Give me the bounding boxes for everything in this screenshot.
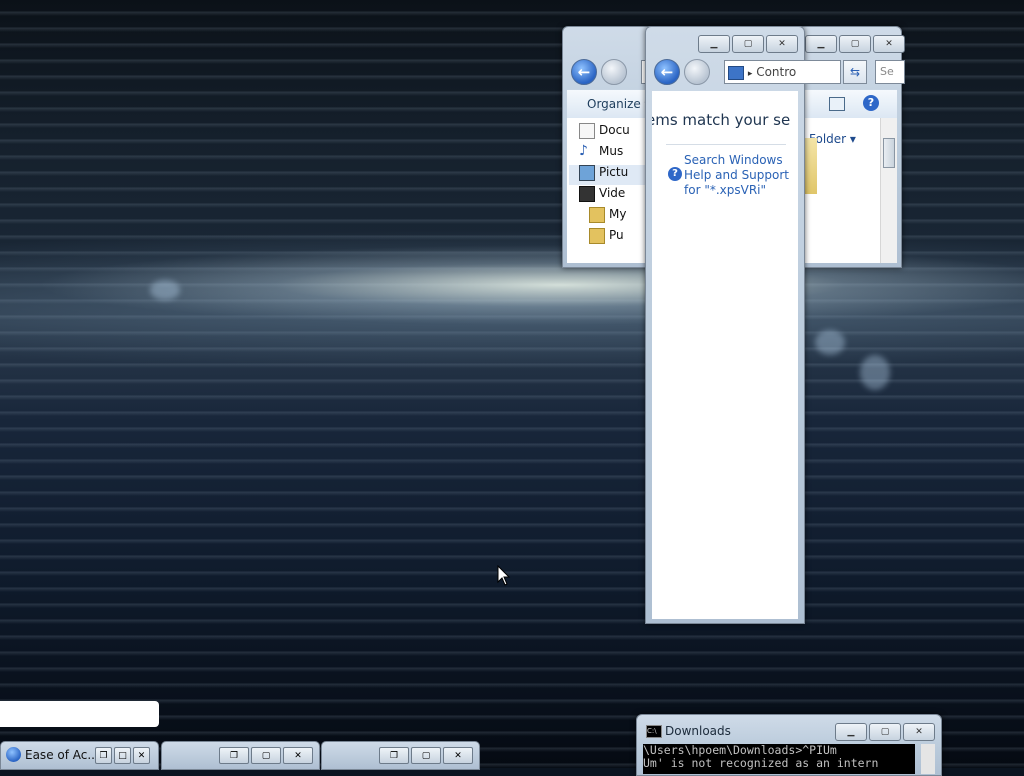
wallpaper-glint	[150, 280, 180, 300]
minimized-window[interactable]: ❐ ▢ ✕	[321, 741, 480, 770]
blank-panel	[0, 701, 159, 727]
nav-item-my-folder[interactable]: My	[589, 205, 626, 223]
no-results-message: ems match your se	[652, 111, 791, 129]
restore-button[interactable]: ❐	[95, 747, 112, 764]
help-icon: ?	[668, 167, 682, 181]
search-help-link[interactable]: Search Windows Help and Support for "*.x…	[684, 153, 794, 198]
close-button[interactable]: ✕	[873, 35, 905, 53]
refresh-button[interactable]: ⇆	[843, 60, 867, 84]
folder-icon	[589, 207, 605, 223]
wallpaper-glint	[860, 355, 890, 390]
close-button[interactable]: ✕	[766, 35, 798, 53]
mouse-cursor-icon	[497, 565, 511, 586]
help-icon[interactable]: ?	[863, 95, 879, 111]
maximize-button[interactable]: ▢	[732, 35, 764, 53]
scroll-thumb[interactable]	[883, 138, 895, 168]
search-results-window[interactable]: ▁ ▢ ✕ ← ▸ Contro ems match your se ? Sea…	[645, 26, 841, 624]
nav-item-music[interactable]: ♪ Mus	[579, 142, 623, 160]
divider	[666, 144, 786, 145]
cmd-icon: C:\	[646, 725, 662, 738]
videos-icon	[579, 186, 595, 202]
minimized-window-ease-of-access[interactable]: Ease of Ac... ❐ □ ✕	[0, 741, 159, 770]
minimize-button[interactable]: ▁	[835, 723, 867, 741]
forward-button[interactable]	[601, 59, 627, 85]
back-button[interactable]: ←	[654, 59, 680, 85]
wallpaper-glint	[815, 330, 845, 355]
navigation-pane: Docu ♪ Mus Pictu Vide My Pu	[567, 118, 647, 263]
minimize-button[interactable]: ▁	[805, 35, 837, 53]
close-button[interactable]: ✕	[283, 747, 313, 764]
document-icon	[579, 123, 595, 139]
caption-buttons: ▁ ▢ ✕	[803, 35, 905, 53]
control-panel-icon	[728, 65, 744, 80]
content-pane: Folder ▾	[799, 118, 897, 263]
organize-button[interactable]: Organize ▾	[587, 97, 651, 111]
nav-item-videos[interactable]: Vide	[579, 184, 625, 202]
minimize-button[interactable]: ▁	[698, 35, 730, 53]
caption-buttons: ▁ ▢ ✕	[833, 723, 935, 741]
preview-pane-icon[interactable]	[829, 97, 845, 111]
close-button[interactable]: ✕	[903, 723, 935, 741]
address-bar[interactable]: ▸ Contro	[724, 60, 841, 84]
caption-buttons: ❐ ▢ ✕	[217, 747, 313, 764]
caption-buttons: ▁ ▢ ✕	[696, 35, 798, 53]
back-button[interactable]: ←	[571, 59, 597, 85]
music-icon: ♪	[579, 143, 588, 159]
nav-item-documents[interactable]: Docu	[579, 121, 630, 139]
command-prompt-window[interactable]: C:\ Downloads ▁ ▢ ✕ \Users\hpoem\Downloa…	[636, 714, 942, 776]
forward-button[interactable]	[684, 59, 710, 85]
close-button[interactable]: ✕	[443, 747, 473, 764]
maximize-button[interactable]: ▢	[251, 747, 281, 764]
results-pane: ems match your se ? Search Windows Help …	[652, 91, 798, 619]
scrollbar[interactable]	[921, 744, 935, 774]
maximize-button[interactable]: □	[114, 747, 131, 764]
close-button[interactable]: ✕	[133, 747, 150, 764]
window-title: Ease of Ac...	[25, 748, 99, 762]
minimized-window[interactable]: ❐ ▢ ✕	[161, 741, 320, 770]
nav-item-pictures[interactable]: Pictu	[579, 163, 628, 181]
maximize-button[interactable]: ▢	[839, 35, 871, 53]
restore-button[interactable]: ❐	[379, 747, 409, 764]
pictures-icon	[579, 165, 595, 181]
ease-of-access-icon	[6, 747, 21, 762]
restore-button[interactable]: ❐	[219, 747, 249, 764]
search-input[interactable]: Se	[875, 60, 905, 84]
maximize-button[interactable]: ▢	[411, 747, 441, 764]
caption-buttons: ❐ ▢ ✕	[377, 747, 473, 764]
scrollbar[interactable]	[880, 118, 897, 263]
console-output[interactable]: \Users\hpoem\Downloads>^PIUm Um' is not …	[643, 744, 915, 774]
caption-buttons: ❐ □ ✕	[93, 747, 150, 764]
maximize-button[interactable]: ▢	[869, 723, 901, 741]
console-line: Um' is not recognized as an intern	[643, 756, 879, 770]
breadcrumb-arrow-icon: ▸	[747, 69, 753, 79]
nav-item-public-folder[interactable]: Pu	[589, 226, 624, 244]
folder-icon	[589, 228, 605, 244]
window-title: Downloads	[665, 724, 731, 738]
